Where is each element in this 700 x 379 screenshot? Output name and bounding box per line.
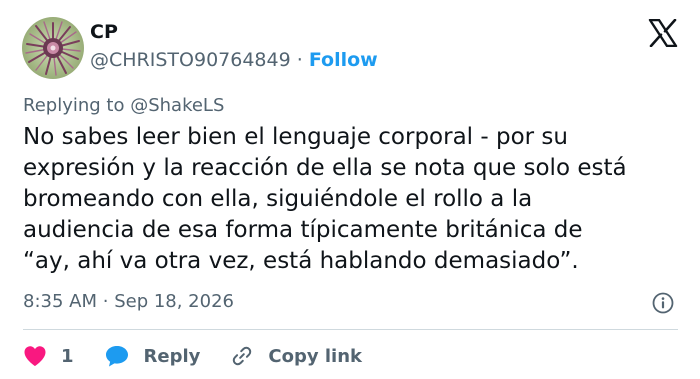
copy-link-button[interactable]: Copy link: [230, 344, 362, 368]
avatar[interactable]: [22, 17, 84, 79]
link-icon: [230, 344, 254, 368]
tweet-card: CP @CHRISTO90764849 · Follow Replying to…: [0, 0, 700, 379]
tweet-body-line: bromeando con ella, siguiéndole el rollo…: [23, 186, 533, 212]
handle-separator: ·: [296, 49, 309, 71]
speech-bubble-icon: [104, 344, 130, 368]
tweet-body-line: audiencia de esa forma típicamente britá…: [23, 217, 583, 243]
x-logo-icon[interactable]: [648, 18, 678, 48]
tweet-body: No sabes leer bien el lenguaje corporal …: [23, 122, 683, 277]
tweet-date[interactable]: Sep 18, 2026: [114, 291, 234, 312]
author-handle-row: @CHRISTO90764849 · Follow: [90, 48, 378, 72]
tweet-time[interactable]: 8:35 AM: [23, 291, 97, 312]
tweet-actions: 1 Reply Copy link: [23, 340, 392, 372]
author-handle[interactable]: @CHRISTO90764849: [90, 49, 291, 71]
info-icon[interactable]: [651, 291, 675, 315]
follow-button[interactable]: Follow: [309, 49, 378, 71]
thistle-flower-image: [22, 17, 84, 79]
divider: [23, 329, 678, 330]
tweet-body-line: expresión y la reacción de ella se nota …: [23, 155, 627, 181]
reply-label: Reply: [143, 345, 201, 367]
replying-to-prefix: Replying to: [23, 95, 131, 116]
copy-link-label: Copy link: [268, 345, 362, 367]
author-name[interactable]: CP: [90, 20, 118, 44]
like-button[interactable]: 1: [23, 345, 74, 367]
heart-icon: [23, 345, 47, 367]
like-count: 1: [61, 345, 74, 367]
tweet-body-line: “ay, ahí va otra vez, está hablando dema…: [23, 248, 579, 274]
reply-button[interactable]: Reply: [104, 344, 201, 368]
replying-to-handle[interactable]: @ShakeLS: [130, 95, 224, 116]
timestamp-separator: ·: [102, 291, 115, 312]
replying-to-line: Replying to @ShakeLS: [23, 94, 224, 118]
tweet-timestamp: 8:35 AM · Sep 18, 2026: [23, 290, 234, 314]
tweet-body-line: No sabes leer bien el lenguaje corporal …: [23, 124, 568, 150]
